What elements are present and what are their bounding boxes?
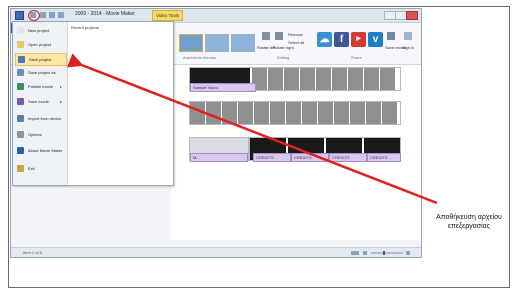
annotation-arrow — [66, 53, 438, 205]
annotation-label: Αποθήκευση αρχείου επεξεργασίας — [436, 214, 502, 230]
screenshot-frame: 2009 - 2014 - Movie Maker Video Tools Au… — [8, 6, 510, 288]
